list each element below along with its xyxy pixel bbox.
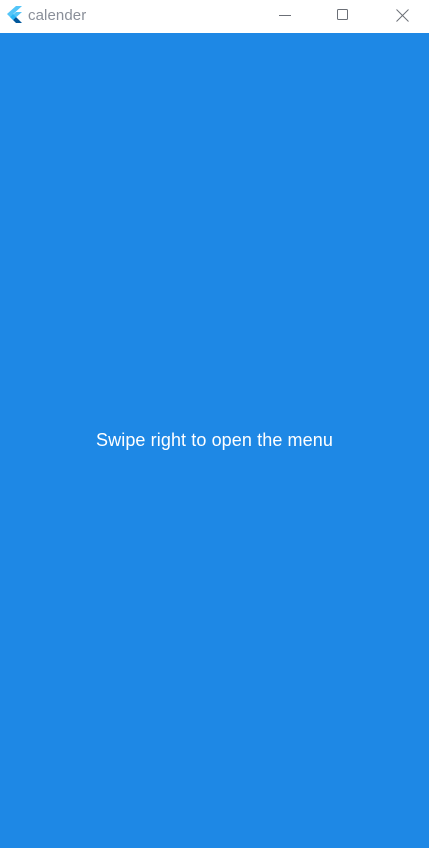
close-button[interactable]	[379, 0, 425, 30]
window-title: calender	[28, 7, 87, 24]
flutter-logo-icon	[5, 6, 22, 26]
swipe-hint-text: Swipe right to open the menu	[96, 430, 333, 450]
maximize-icon	[337, 9, 349, 21]
title-bar[interactable]: calender	[0, 0, 429, 32]
minimize-button[interactable]	[262, 0, 308, 30]
main-content-area[interactable]: Swipe right to open the menu	[0, 33, 429, 848]
minimize-icon	[279, 9, 291, 21]
maximize-button[interactable]	[320, 0, 366, 30]
close-icon	[395, 8, 409, 22]
